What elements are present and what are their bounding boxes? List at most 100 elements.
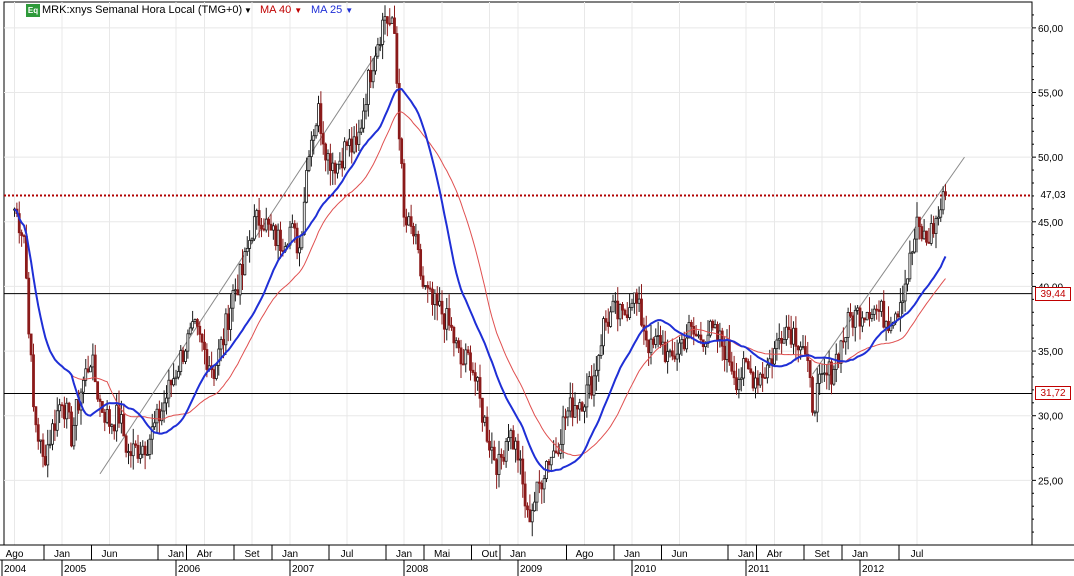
candle-body — [597, 355, 601, 371]
candle-body — [321, 133, 325, 145]
candle-body — [632, 292, 636, 304]
candle-body — [124, 435, 128, 453]
candle-body — [390, 17, 394, 24]
candle-body — [46, 444, 50, 466]
candle-body — [879, 300, 883, 312]
candle-body — [271, 225, 275, 231]
candle-body — [549, 456, 553, 466]
candle-body — [775, 339, 779, 350]
candle-body — [369, 69, 373, 83]
y-tick-label: 60,00 — [1038, 24, 1063, 35]
ma25-dropdown-icon[interactable]: ▼ — [345, 6, 353, 15]
candle-body — [523, 483, 527, 507]
candle-body — [421, 275, 425, 287]
candle-body — [404, 216, 408, 226]
ma40-dropdown-icon[interactable]: ▼ — [294, 6, 302, 15]
candle-body — [780, 337, 784, 344]
candle-body — [853, 309, 857, 328]
candle-body — [471, 369, 475, 373]
candle-body — [754, 377, 757, 389]
candle-body — [673, 355, 677, 360]
year-label: 2011 — [748, 564, 770, 575]
candle-body — [319, 103, 323, 134]
candle-body — [274, 225, 278, 247]
candle-body — [485, 416, 489, 442]
candle-body — [571, 397, 575, 418]
candle-body — [511, 430, 515, 450]
candle-body — [860, 317, 864, 327]
price-tag-31,72: 31,72 — [1035, 386, 1071, 401]
candle-body — [89, 366, 92, 373]
candle-body — [43, 456, 47, 466]
candle-body — [770, 358, 774, 365]
candle-body — [609, 311, 613, 327]
candle-body — [661, 341, 665, 345]
candle-body — [675, 353, 679, 360]
candle-body — [656, 335, 660, 337]
candle-body — [727, 339, 731, 363]
candle-body — [637, 298, 641, 304]
symbol-dropdown-icon[interactable]: ▼ — [244, 4, 252, 17]
candle-body — [872, 308, 876, 315]
candle-body — [305, 170, 309, 203]
candle-body — [129, 451, 133, 457]
candle-body — [777, 337, 781, 341]
month-label: Jun — [101, 549, 117, 560]
candle-body — [699, 334, 703, 341]
candle-body — [136, 444, 140, 459]
candle-body — [110, 424, 114, 427]
candle-body — [625, 314, 629, 318]
candle-body — [155, 408, 159, 424]
candle-body — [127, 451, 130, 453]
candle-body — [730, 361, 734, 372]
candle-body — [666, 351, 670, 362]
candle-body — [243, 251, 247, 276]
candle-body — [787, 326, 791, 331]
candle-body — [260, 224, 263, 230]
candle-body — [858, 307, 862, 327]
candle-body — [568, 397, 572, 412]
candle-body — [834, 353, 838, 370]
candle-body — [495, 459, 499, 475]
candle-body — [915, 216, 919, 240]
candle-body — [229, 307, 233, 330]
candle-body — [442, 313, 446, 330]
symbol-title[interactable]: MRK:xnys Semanal Hora Local (TMG+0) — [42, 4, 242, 17]
candle-body — [521, 458, 525, 485]
candle-body — [564, 416, 567, 419]
equity-badge: Eq — [26, 4, 40, 17]
candle-body — [822, 372, 826, 375]
candle-body — [896, 313, 900, 318]
candle-body — [884, 320, 888, 328]
candle-body — [131, 443, 135, 457]
candle-body — [811, 377, 814, 413]
month-label: Jan — [168, 549, 184, 560]
candle-body — [70, 411, 73, 447]
candle-body — [345, 141, 349, 146]
candle-body — [497, 453, 501, 475]
candle-body — [347, 138, 351, 146]
candle-body — [222, 339, 225, 346]
candle-body — [697, 334, 700, 337]
candle-body — [454, 340, 458, 344]
candle-body — [176, 371, 180, 378]
candle-body — [262, 228, 266, 231]
candle-body — [162, 402, 166, 412]
candle-body — [20, 232, 24, 236]
candle-body — [882, 300, 886, 328]
ma25-label[interactable]: MA 25 ▼ — [311, 4, 353, 17]
candle-body — [461, 363, 465, 366]
candle-body — [920, 226, 924, 240]
candle-body — [226, 313, 230, 330]
candle-body — [540, 482, 544, 490]
candle-body — [198, 325, 202, 335]
candle-body — [566, 410, 570, 418]
candle-body — [122, 414, 126, 437]
candle-body — [409, 216, 413, 227]
ma40-label[interactable]: MA 40 ▼ — [260, 4, 302, 17]
candle-body — [298, 247, 301, 254]
candle-body — [746, 361, 750, 370]
candle-body — [613, 300, 617, 303]
candle-body — [186, 333, 190, 352]
candle-body — [233, 289, 237, 292]
